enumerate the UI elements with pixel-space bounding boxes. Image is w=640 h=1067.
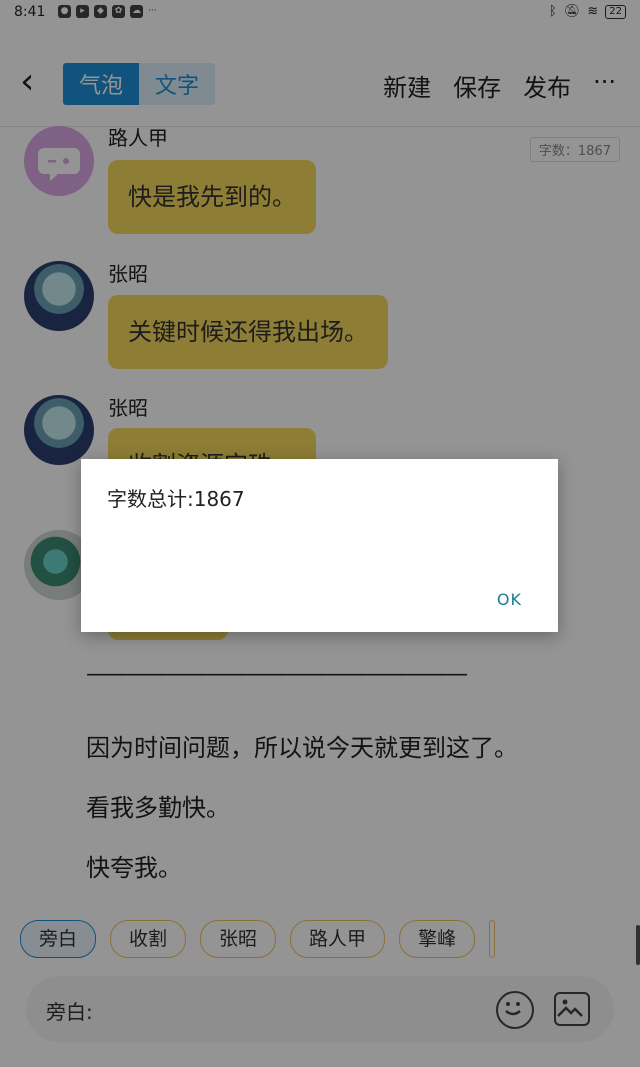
word-count-dialog: 字数总计:1867 OK <box>81 459 558 632</box>
ok-button[interactable]: OK <box>497 590 522 609</box>
dialog-message: 字数总计:1867 <box>107 487 245 511</box>
